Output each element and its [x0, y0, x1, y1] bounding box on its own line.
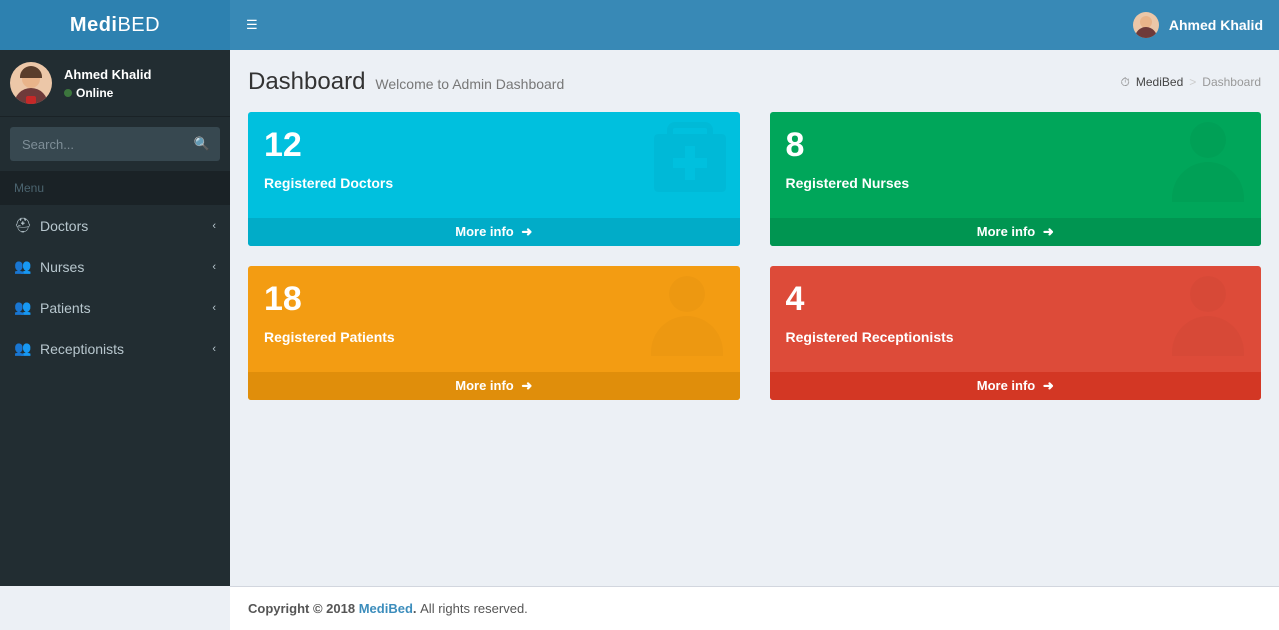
footer-copyright: Copyright © 2018: [248, 601, 359, 616]
stat-box-patients: 18 Registered Patients More info ➜: [248, 266, 740, 400]
sidebar-item-nurses[interactable]: 👥 Nurses ‹: [0, 246, 230, 287]
medkit-icon: ⛑: [14, 217, 30, 234]
hamburger-icon: ☰: [246, 17, 258, 32]
stat-box-receptionists: 4 Registered Receptionists More info ➜: [770, 266, 1262, 400]
stat-more-info-link[interactable]: More info ➜: [248, 372, 740, 400]
arrow-circle-right-icon: ➜: [1043, 224, 1054, 240]
users-icon: 👥: [14, 258, 30, 275]
users-icon: 👥: [14, 299, 30, 316]
page-subtitle: Welcome to Admin Dashboard: [375, 76, 564, 92]
nav-label: Doctors: [40, 218, 88, 234]
toggle-sidebar-button[interactable]: ☰: [246, 17, 258, 33]
users-icon: 👥: [14, 340, 30, 357]
topbar-user-menu[interactable]: Ahmed Khalid: [1133, 12, 1263, 38]
stat-more-info-link[interactable]: More info ➜: [770, 372, 1262, 400]
breadcrumb: ⏱ MediBed > Dashboard: [1121, 75, 1261, 90]
sidebar-user-panel: Ahmed Khalid Online: [0, 50, 230, 117]
search-icon: 🔍: [194, 136, 210, 151]
content: 12 Registered Doctors More info ➜ 8: [230, 106, 1279, 586]
chevron-left-icon: ‹: [212, 220, 216, 232]
chevron-left-icon: ‹: [212, 343, 216, 355]
medkit-icon: [654, 122, 726, 192]
nav-label: Patients: [40, 300, 91, 316]
footer-rights: All rights reserved.: [420, 601, 528, 616]
sidebar-item-receptionists[interactable]: 👥 Receptionists ‹: [0, 328, 230, 369]
dashboard-icon: ⏱: [1121, 75, 1130, 90]
arrow-circle-right-icon: ➜: [1043, 378, 1054, 394]
topbar-user-name: Ahmed Khalid: [1169, 17, 1263, 33]
sidebar: MediBED Ahmed Khalid Online 🔍 Menu ⛑ Doct…: [0, 0, 230, 586]
chevron-left-icon: ‹: [212, 261, 216, 273]
online-dot-icon: [64, 89, 72, 97]
content-header: Dashboard Welcome to Admin Dashboard ⏱ M…: [230, 50, 1279, 106]
stat-more-info-link[interactable]: More info ➜: [248, 218, 740, 246]
stat-box-nurses: 8 Registered Nurses More info ➜: [770, 112, 1262, 246]
sidebar-search: 🔍: [10, 127, 220, 161]
stat-more-info-link[interactable]: More info ➜: [770, 218, 1262, 246]
sidebar-user-name: Ahmed Khalid: [64, 67, 151, 82]
search-button[interactable]: 🔍: [188, 131, 216, 157]
menu-header: Menu: [0, 171, 230, 205]
sidebar-item-doctors[interactable]: ⛑ Doctors ‹: [0, 205, 230, 246]
sidebar-item-patients[interactable]: 👥 Patients ‹: [0, 287, 230, 328]
avatar[interactable]: [10, 62, 52, 104]
sidebar-user-status: Online: [64, 86, 151, 100]
footer-brand-link[interactable]: MediBed: [359, 601, 413, 616]
main: ☰ Ahmed Khalid Dashboard Welcome to Admi…: [230, 0, 1279, 586]
nav-label: Receptionists: [40, 341, 124, 357]
person-icon: [1169, 276, 1247, 354]
person-icon: [648, 276, 726, 354]
breadcrumb-home[interactable]: MediBed: [1136, 75, 1183, 89]
chevron-left-icon: ‹: [212, 302, 216, 314]
nav-label: Nurses: [40, 259, 84, 275]
page-title: Dashboard: [248, 68, 365, 96]
breadcrumb-active: Dashboard: [1202, 75, 1261, 89]
brand-logo[interactable]: MediBED: [0, 0, 230, 50]
stat-box-doctors: 12 Registered Doctors More info ➜: [248, 112, 740, 246]
person-icon: [1169, 122, 1247, 200]
avatar: [1133, 12, 1159, 38]
arrow-circle-right-icon: ➜: [521, 378, 532, 394]
footer: Copyright © 2018 MediBed. All rights res…: [230, 586, 1279, 630]
brand-text: MediBED: [70, 14, 160, 37]
arrow-circle-right-icon: ➜: [521, 224, 532, 240]
topbar: ☰ Ahmed Khalid: [230, 0, 1279, 50]
breadcrumb-sep: >: [1189, 75, 1196, 89]
